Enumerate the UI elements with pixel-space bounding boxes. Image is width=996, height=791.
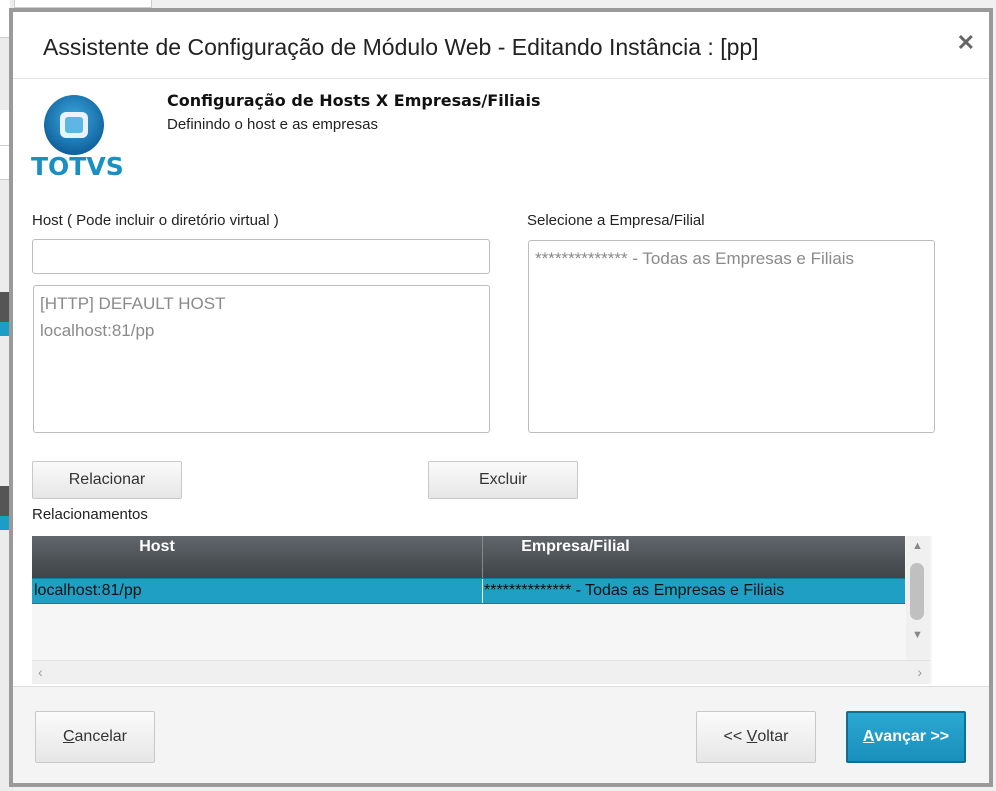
column-header-host[interactable]: Host: [32, 536, 282, 578]
background-panel: [14, 0, 152, 8]
host-label: Host ( Pode incluir o diretório virtual …: [32, 212, 279, 229]
list-item[interactable]: [HTTP] DEFAULT HOST: [40, 290, 483, 317]
button-label: vançar >>: [874, 728, 950, 745]
step-title: Configuração de Hosts X Empresas/Filiais: [167, 91, 541, 110]
excluir-button[interactable]: Excluir: [428, 461, 578, 499]
empresa-label: Selecione a Empresa/Filial: [527, 212, 705, 229]
table-row[interactable]: localhost:81/pp ************** - Todas a…: [32, 578, 905, 604]
wizard-dialog: Assistente de Configuração de Módulo Web…: [9, 8, 993, 787]
scroll-right-icon[interactable]: ›: [917, 664, 922, 680]
host-input[interactable]: [32, 239, 490, 274]
button-label: ancelar: [74, 728, 128, 745]
list-item[interactable]: localhost:81/pp: [40, 317, 483, 344]
list-item[interactable]: ************** - Todas as Empresas e Fil…: [535, 245, 928, 272]
dialog-footer: Cancelar << Voltar Avançar >>: [13, 686, 989, 783]
scroll-down-icon[interactable]: ▼: [912, 629, 923, 641]
relacionamentos-label: Relacionamentos: [32, 506, 148, 523]
cancelar-button[interactable]: Cancelar: [35, 711, 155, 763]
mnemonic: V: [746, 728, 758, 745]
scroll-up-icon[interactable]: ▲: [912, 540, 923, 552]
column-header-empresa[interactable]: Empresa/Filial: [483, 536, 668, 578]
logo-text: TOTVS: [31, 152, 124, 181]
grid-header: Host Empresa/Filial: [32, 536, 905, 578]
mnemonic: C: [62, 728, 75, 745]
title-bar: Assistente de Configuração de Módulo Web…: [13, 12, 989, 79]
close-icon[interactable]: ✕: [957, 30, 975, 56]
voltar-button[interactable]: << Voltar: [696, 711, 816, 763]
empresa-list[interactable]: ************** - Todas as Empresas e Fil…: [528, 240, 935, 433]
horizontal-scrollbar[interactable]: ‹ ›: [32, 660, 930, 684]
cell-empresa: ************** - Todas as Empresas e Fil…: [484, 582, 785, 599]
scroll-thumb[interactable]: [910, 563, 924, 620]
button-label: <<: [723, 728, 747, 745]
scroll-left-icon[interactable]: ‹: [38, 664, 43, 680]
relacionar-button[interactable]: Relacionar: [32, 461, 182, 499]
button-label: oltar: [757, 728, 789, 745]
dialog-title: Assistente de Configuração de Módulo Web…: [43, 34, 759, 60]
vertical-scrollbar[interactable]: ▲ ▼: [906, 536, 930, 660]
step-subtitle: Definindo o host e as empresas: [167, 116, 378, 133]
avancar-button[interactable]: Avançar >>: [846, 711, 966, 763]
cell-host: localhost:81/pp: [34, 582, 142, 599]
relacionamentos-grid: Host Empresa/Filial localhost:81/pp ****…: [32, 536, 932, 684]
totvs-logo: TOTVS: [31, 94, 124, 181]
host-list[interactable]: [HTTP] DEFAULT HOST localhost:81/pp: [33, 285, 490, 433]
mnemonic: A: [862, 728, 875, 745]
